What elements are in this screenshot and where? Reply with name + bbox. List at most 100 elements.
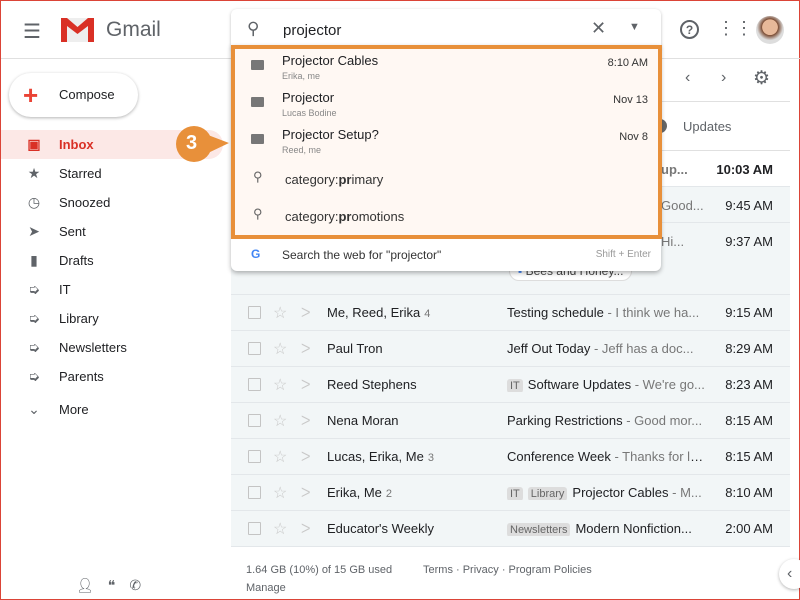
- chevron-down-icon: ⌄: [28, 401, 40, 417]
- email-row[interactable]: ☆ ᐳ Paul Tron Jeff Out Today - Jeff has a…: [231, 331, 790, 367]
- sidebar-item-it[interactable]: ➭ IT: [1, 275, 223, 304]
- avatar[interactable]: [756, 16, 784, 44]
- email-row[interactable]: ☆ ᐳ Me, Reed, Erika 4 Testing schedule - I…: [231, 295, 790, 331]
- send-icon: ➤: [28, 223, 40, 239]
- select-checkbox[interactable]: [248, 522, 261, 535]
- query-suggestion[interactable]: ⚲ category:primary: [235, 160, 658, 197]
- email-row[interactable]: ☆ ᐳ Erika, Me 2 IT Library Projector Cables …: [231, 475, 790, 511]
- search-input[interactable]: projector: [283, 22, 341, 39]
- label-chip[interactable]: Library: [527, 487, 568, 500]
- email-time: 9:45 AM: [725, 198, 773, 213]
- label-icon: ➭: [28, 310, 40, 326]
- compose-button[interactable]: + Compose: [9, 73, 138, 117]
- step-callout: 3: [175, 125, 231, 170]
- select-checkbox[interactable]: [248, 414, 261, 427]
- important-marker-icon[interactable]: ᐳ: [301, 449, 310, 465]
- sidebar-item-label: Drafts: [59, 253, 94, 268]
- important-marker-icon[interactable]: ᐳ: [301, 377, 310, 393]
- contacts-icon[interactable]: 👤︎: [76, 577, 94, 593]
- query-suggestion[interactable]: ⚲ category:promotions: [235, 197, 658, 234]
- email-time: 10:03 AM: [716, 162, 773, 177]
- manage-link[interactable]: Manage: [246, 582, 392, 594]
- compose-label: Compose: [59, 87, 115, 102]
- web-search-suggestion[interactable]: G Search the web for "projector" Shift +…: [231, 239, 661, 271]
- select-checkbox[interactable]: [248, 450, 261, 463]
- app-name[interactable]: Gmail: [106, 18, 161, 42]
- email-row[interactable]: ☆ ᐳ Reed Stephens IT Software Updates - We…: [231, 367, 790, 403]
- main-menu-icon[interactable]: ☰: [23, 19, 41, 44]
- star-icon[interactable]: ☆: [273, 411, 287, 431]
- star-icon[interactable]: ☆: [273, 447, 287, 467]
- google-icon: G: [251, 247, 261, 261]
- label-chip[interactable]: IT: [507, 487, 523, 500]
- important-marker-icon[interactable]: ᐳ: [301, 413, 310, 429]
- email-subject: IT Software Updates - We're go...: [507, 377, 707, 392]
- email-sender: Reed Stephens: [327, 377, 417, 392]
- help-icon[interactable]: ?: [680, 20, 699, 39]
- important-marker-icon[interactable]: ᐳ: [301, 521, 310, 537]
- email-subject: Testing schedule - I think we ha...: [507, 305, 700, 320]
- email-sender: Erika, Me 2: [327, 485, 393, 500]
- older-icon[interactable]: ‹: [685, 69, 690, 87]
- star-icon[interactable]: ☆: [273, 303, 287, 323]
- sidebar-item-sent[interactable]: ➤ Sent: [1, 217, 223, 246]
- gmail-logo-icon[interactable]: [61, 18, 94, 42]
- sidebar-more[interactable]: ⌄ More: [1, 395, 223, 424]
- clock-icon: ◷: [27, 194, 41, 210]
- search-options-icon[interactable]: ▼: [629, 21, 640, 33]
- search-icon: ⚲: [253, 206, 263, 221]
- sidebar-item-label: Starred: [59, 166, 102, 181]
- email-subject: Parking Restrictions - Good mor...: [507, 413, 703, 428]
- email-time: 2:00 AM: [725, 521, 773, 536]
- email-row[interactable]: ☆ ᐳ Educator's Weekly Newsletters Modern N…: [231, 511, 790, 547]
- settings-gear-icon[interactable]: ⚙: [753, 67, 770, 90]
- email-time: 8:15 AM: [725, 449, 773, 464]
- mail-icon: [251, 97, 264, 107]
- sidebar-item-label: Inbox: [59, 137, 94, 152]
- search-icon[interactable]: ⚲: [247, 19, 259, 39]
- important-marker-icon[interactable]: ᐳ: [301, 485, 310, 501]
- phone-icon[interactable]: ✆: [129, 577, 141, 593]
- email-time: 8:29 AM: [725, 341, 773, 356]
- star-icon[interactable]: ☆: [273, 519, 287, 539]
- email-sender: Educator's Weekly: [327, 521, 435, 536]
- newer-icon[interactable]: ›: [721, 69, 726, 87]
- email-row[interactable]: ☆ ᐳ Lucas, Erika, Me 3 Conference Week - T…: [231, 439, 790, 475]
- email-suggestion[interactable]: Projector Cables Erika, me 8:10 AM: [235, 49, 658, 86]
- star-icon[interactable]: ☆: [273, 339, 287, 359]
- email-time: 9:37 AM: [725, 234, 773, 249]
- sidebar-item-newsletters[interactable]: ➭ Newsletters: [1, 333, 223, 362]
- search-bar[interactable]: ⚲ projector ✕ ▼: [231, 9, 661, 49]
- footer-links[interactable]: Terms · Privacy · Program Policies: [423, 564, 592, 576]
- sidebar-item-drafts[interactable]: ▮ Drafts: [1, 246, 223, 275]
- side-panel-toggle-icon[interactable]: ‹: [779, 559, 800, 589]
- select-checkbox[interactable]: [248, 342, 261, 355]
- clear-search-icon[interactable]: ✕: [591, 18, 606, 39]
- email-time: 8:15 AM: [725, 413, 773, 428]
- email-row[interactable]: ☆ ᐳ Nena Moran Parking Restrictions - Goo…: [231, 403, 790, 439]
- email-subject: Newsletters Modern Nonfiction...: [507, 521, 707, 536]
- mail-icon: [251, 60, 264, 70]
- sidebar-item-snoozed[interactable]: ◷ Snoozed: [1, 188, 223, 217]
- inbox-icon: ▣: [27, 136, 41, 152]
- email-suggestion[interactable]: Projector Lucas Bodine Nov 13: [235, 86, 658, 123]
- email-subject: Conference Week - Thanks for le...: [507, 449, 707, 464]
- select-checkbox[interactable]: [248, 486, 261, 499]
- email-subject: Jeff Out Today - Jeff has a doc...: [507, 341, 694, 356]
- star-icon[interactable]: ☆: [273, 375, 287, 395]
- important-marker-icon[interactable]: ᐳ: [301, 341, 310, 357]
- important-marker-icon[interactable]: ᐳ: [301, 305, 310, 321]
- sidebar-item-library[interactable]: ➭ Library: [1, 304, 223, 333]
- star-icon[interactable]: ☆: [273, 483, 287, 503]
- sidebar-item-parents[interactable]: ➭ Parents: [1, 362, 223, 391]
- plus-icon: +: [23, 80, 39, 110]
- sidebar-item-label: Snoozed: [59, 195, 111, 210]
- tab-updates[interactable]: Updates: [683, 119, 731, 134]
- select-checkbox[interactable]: [248, 378, 261, 391]
- select-checkbox[interactable]: [248, 306, 261, 319]
- label-chip[interactable]: IT: [507, 379, 523, 392]
- label-chip[interactable]: Newsletters: [507, 523, 571, 536]
- sidebar-item-label: IT: [59, 282, 71, 297]
- hangouts-icon[interactable]: ❝: [108, 577, 116, 593]
- email-suggestion[interactable]: Projector Setup? Reed, me Nov 8: [235, 123, 658, 160]
